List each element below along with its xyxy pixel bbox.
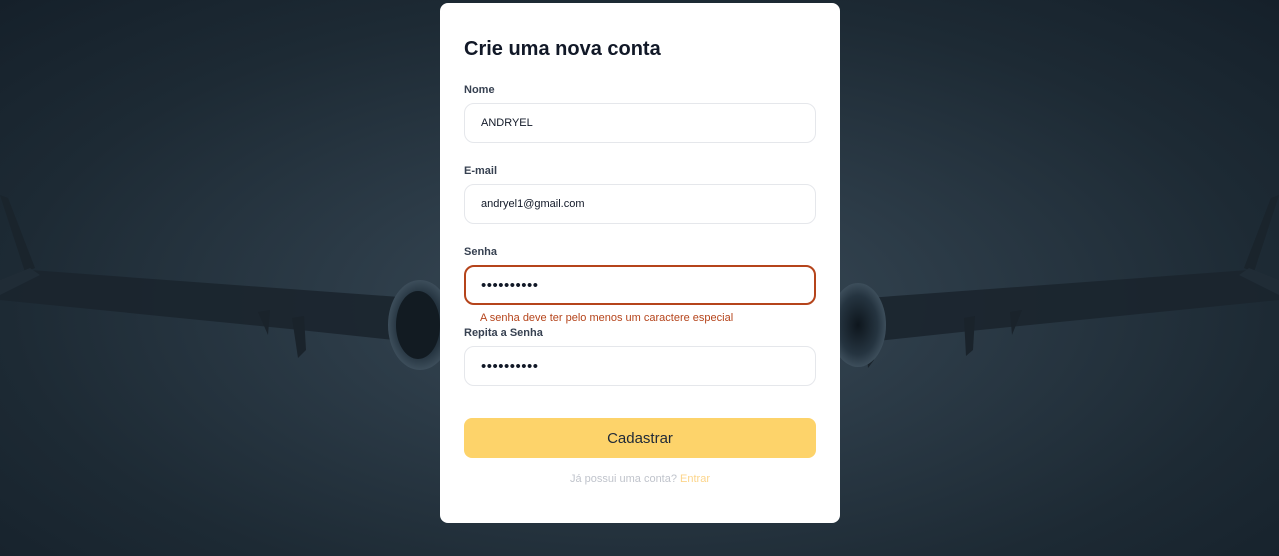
password-input[interactable] xyxy=(464,265,816,305)
login-link[interactable]: Entrar xyxy=(680,473,710,485)
name-label: Nome xyxy=(464,84,495,96)
form-title: Crie uma nova conta xyxy=(464,38,661,60)
login-prompt-text: Já possui uma conta? xyxy=(569,473,677,485)
email-input[interactable] xyxy=(464,184,816,224)
name-input[interactable] xyxy=(464,103,816,143)
register-button[interactable]: Cadastrar xyxy=(464,418,816,458)
password-error-message: A senha deve ter pelo menos um caractere… xyxy=(480,312,734,324)
confirm-password-input[interactable] xyxy=(464,346,816,386)
login-prompt: Já possui uma conta? Entrar xyxy=(440,473,840,485)
signup-card: Crie uma nova conta Nome E-mail Senha A … xyxy=(440,3,840,523)
password-label: Senha xyxy=(464,246,498,258)
email-label: E-mail xyxy=(464,165,498,177)
confirm-password-label: Repita a Senha xyxy=(464,327,543,339)
